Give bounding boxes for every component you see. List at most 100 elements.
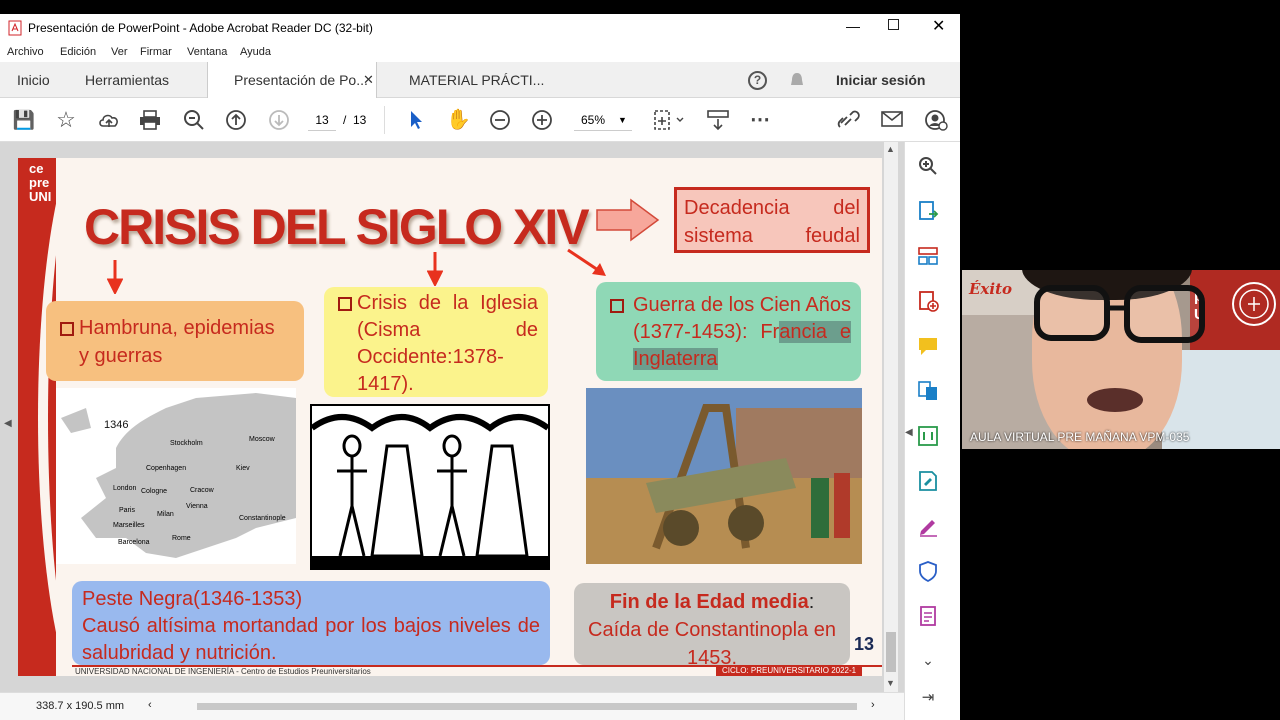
- zoom-search-icon[interactable]: [183, 109, 205, 131]
- menu-edicion[interactable]: Edición: [60, 46, 96, 58]
- hambruna-box: Hambruna, epidemias y guerras: [46, 301, 304, 381]
- map-label: Milan: [157, 511, 174, 518]
- scroll-down-icon[interactable]: ▼: [886, 678, 895, 688]
- scroll-up-icon[interactable]: ▲: [886, 144, 895, 154]
- university-seal-icon: [1232, 282, 1276, 326]
- comment-icon[interactable]: [917, 335, 939, 357]
- create-pdf-icon[interactable]: [917, 290, 939, 312]
- dance-of-death-image: [310, 404, 550, 570]
- logo-line-2: pre: [29, 175, 50, 190]
- map-label: London: [113, 485, 137, 492]
- map-label: Kiev: [236, 465, 250, 472]
- menu-ventana[interactable]: Ventana: [187, 46, 227, 58]
- menu-ver[interactable]: Ver: [111, 46, 128, 58]
- account-icon[interactable]: [924, 109, 948, 131]
- status-bar: 338.7 x 190.5 mm ‹ ›: [0, 692, 904, 720]
- menu-firmar[interactable]: Firmar: [140, 46, 172, 58]
- tab-presentacion[interactable]: Presentación de Po... ✕: [207, 62, 377, 98]
- cloud-upload-icon[interactable]: [97, 110, 121, 130]
- horizontal-scroll-thumb[interactable]: [197, 703, 857, 710]
- sign-in-button[interactable]: Iniciar sesión: [836, 62, 925, 98]
- share-link-icon[interactable]: [837, 109, 863, 131]
- map-year: 1346: [104, 419, 129, 431]
- hand-tool-icon[interactable]: ✋: [446, 109, 471, 131]
- scroll-right-icon[interactable]: ›: [871, 699, 875, 711]
- minimize-button[interactable]: —: [846, 18, 860, 34]
- slide-page: ce pre UNI CRISIS DEL SIGLO XIV Decadenc…: [18, 158, 882, 676]
- right-arrow-icon: [596, 198, 660, 242]
- scroll-mode-icon[interactable]: [706, 109, 730, 131]
- search-icon[interactable]: [917, 155, 939, 177]
- chevron-down-icon: ▼: [618, 115, 627, 125]
- slide-title: CRISIS DEL SIGLO XIV: [84, 199, 590, 255]
- map-label: Copenhagen: [146, 465, 187, 472]
- fit-page-icon[interactable]: [652, 109, 686, 131]
- protect-icon[interactable]: [917, 560, 939, 582]
- prev-page-icon[interactable]: [225, 109, 247, 131]
- zoom-in-icon[interactable]: [531, 109, 553, 131]
- maximize-button[interactable]: [888, 19, 899, 30]
- tab-herramientas[interactable]: Herramientas: [85, 62, 169, 98]
- select-cursor-icon[interactable]: [408, 109, 424, 131]
- document-view[interactable]: ◀ ▲ ▼ ce pre UNI CRISIS DEL SIGLO XIV De…: [0, 142, 904, 692]
- close-tab-icon[interactable]: ✕: [363, 62, 374, 98]
- fin-title-line: Fin de la Edad media:: [582, 588, 842, 616]
- more-tools-panel-icon[interactable]: [917, 605, 939, 627]
- bell-icon[interactable]: [788, 71, 806, 90]
- iglesia-text: Crisis de la Iglesia (Cisma de Occidente…: [357, 292, 538, 395]
- email-icon[interactable]: [881, 110, 903, 128]
- map-label: Constantinople: [239, 515, 286, 522]
- webcam-label: AULA VIRTUAL PRE MAÑANA VPM-035: [970, 430, 1190, 444]
- collapse-panel-icon[interactable]: ⇥: [917, 687, 939, 709]
- collapse-right-icon[interactable]: ◀: [905, 427, 913, 438]
- help-icon[interactable]: ?: [748, 71, 767, 90]
- save-icon[interactable]: 💾: [12, 109, 36, 131]
- window-title: Presentación de PowerPoint - Adobe Acrob…: [28, 21, 373, 35]
- organize-pages-icon[interactable]: [917, 245, 939, 267]
- title-bar: Presentación de PowerPoint - Adobe Acrob…: [0, 14, 960, 42]
- tab-inicio[interactable]: Inicio: [17, 62, 50, 98]
- tab-material[interactable]: MATERIAL PRÁCTI...: [409, 62, 544, 98]
- toolbar-divider: [384, 106, 385, 134]
- bullet-square-icon: [610, 299, 624, 313]
- more-tools-icon[interactable]: ⋯: [748, 109, 772, 131]
- fill-sign-icon[interactable]: [917, 515, 939, 537]
- logo-line-3: UNI: [29, 189, 52, 204]
- webcam-video: Éxito p U AULA VIRTUAL PRE MAÑANA VPM-03…: [962, 270, 1280, 449]
- menu-ayuda[interactable]: Ayuda: [240, 46, 271, 58]
- star-icon[interactable]: ☆: [54, 109, 78, 131]
- bullet-square-icon: [60, 322, 74, 336]
- zoom-select[interactable]: 65% ▼: [574, 111, 632, 131]
- scroll-left-icon[interactable]: ‹: [148, 699, 152, 711]
- fin-body: Caída de Constantinopla en 1453.: [588, 619, 836, 669]
- down-arrow-icon: [107, 260, 123, 294]
- next-page-icon[interactable]: [268, 109, 290, 131]
- collapse-left-icon[interactable]: ◀: [4, 418, 12, 429]
- vertical-scrollbar[interactable]: ▲ ▼: [884, 142, 898, 692]
- chevron-down-icon[interactable]: ⌄: [917, 649, 939, 671]
- acrobat-window: Presentación de PowerPoint - Adobe Acrob…: [0, 14, 960, 720]
- edit-pdf-icon[interactable]: [917, 470, 939, 492]
- compress-icon[interactable]: [917, 425, 939, 447]
- cannon-siege-image: [586, 388, 862, 564]
- zoom-out-icon[interactable]: [489, 109, 511, 131]
- map-label: Paris: [119, 507, 135, 514]
- page-separator: /: [343, 113, 347, 127]
- map-label: Rome: [172, 535, 191, 542]
- menu-bar: Archivo Edición Ver Firmar Ventana Ayuda: [0, 42, 960, 62]
- export-pdf-icon[interactable]: [917, 200, 939, 222]
- webcam-person-mouth: [1087, 388, 1143, 412]
- scroll-thumb[interactable]: [886, 632, 896, 672]
- map-label: Vienna: [186, 503, 208, 510]
- page-dimensions: 338.7 x 190.5 mm: [36, 700, 125, 712]
- map-label: Cologne: [141, 488, 168, 495]
- print-icon[interactable]: [139, 110, 161, 130]
- combine-files-icon[interactable]: [917, 380, 939, 402]
- fin-edad-media-box: Fin de la Edad media: Caída de Constanti…: [574, 583, 850, 669]
- page-number-input[interactable]: 13: [308, 111, 336, 131]
- menu-archivo[interactable]: Archivo: [7, 46, 44, 58]
- peste-body: Causó altísima mortandad por los bajos n…: [82, 615, 540, 664]
- close-button[interactable]: ✕: [932, 16, 945, 36]
- footer-left: UNIVERSIDAD NACIONAL DE INGENIERÍA - Cen…: [75, 667, 371, 676]
- tab-presentacion-label: Presentación de Po...: [234, 72, 368, 88]
